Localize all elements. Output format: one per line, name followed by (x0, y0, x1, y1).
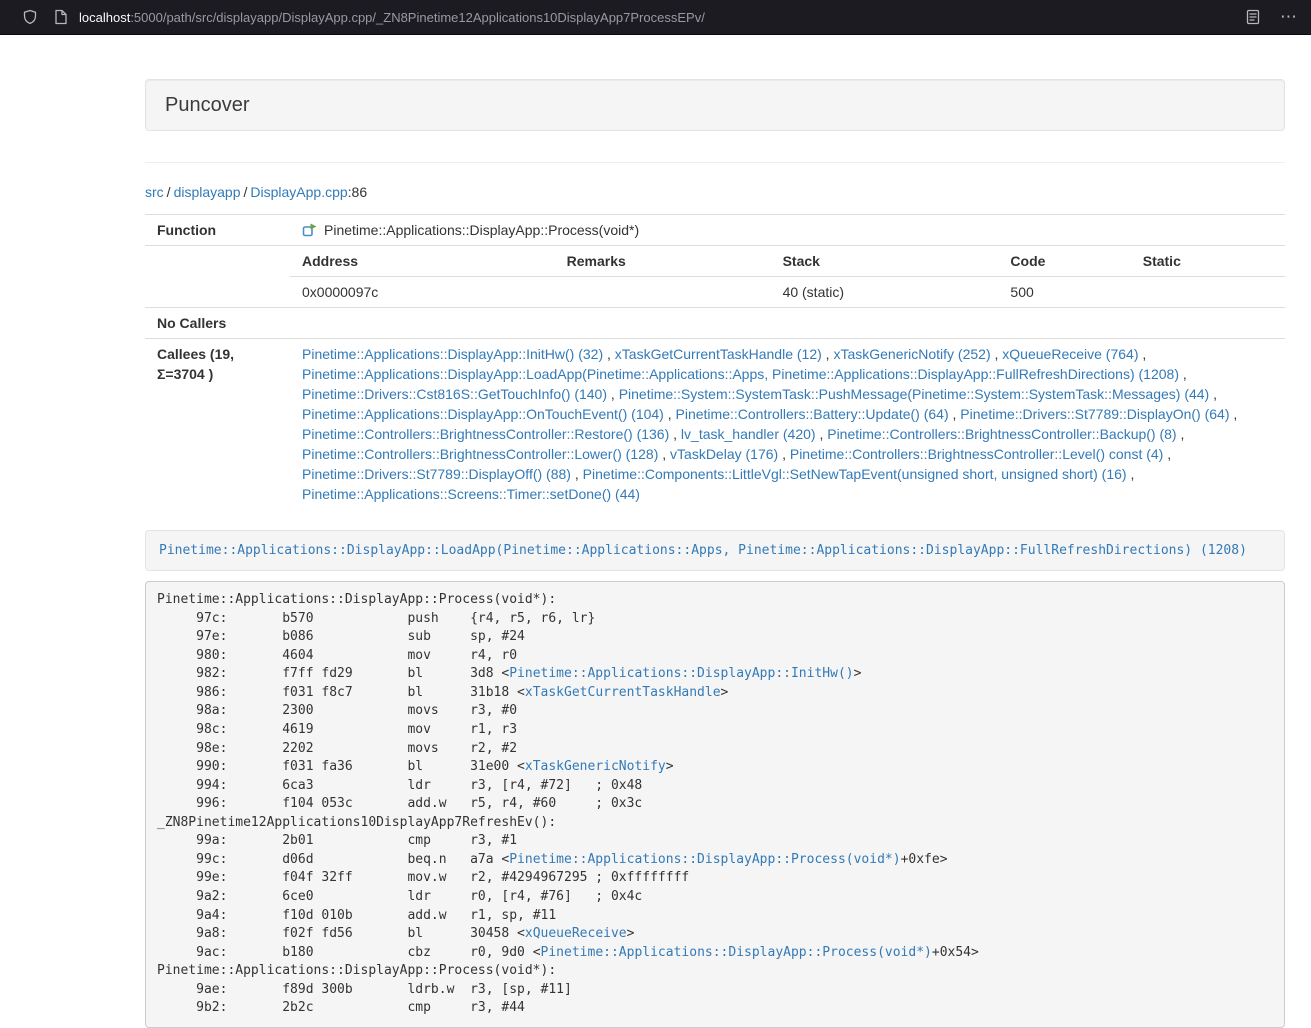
metrics-row-spacer (145, 246, 290, 308)
code-value: 500 (998, 277, 1130, 308)
function-name-cell: Pinetime::Applications::DisplayApp::Proc… (290, 215, 1285, 246)
callees-row: Callees (19, Σ=3704 ) Pinetime::Applicat… (145, 339, 1285, 510)
callee-link[interactable]: xTaskGenericNotify (252) (833, 346, 990, 362)
metrics-table: Address Remarks Stack Code Static 0x0000… (290, 246, 1285, 307)
metrics-cell: Address Remarks Stack Code Static 0x0000… (290, 246, 1285, 308)
reader-mode-icon[interactable] (1246, 9, 1260, 25)
browser-toolbar: localhost:5000/path/src/displayapp/Displ… (0, 0, 1311, 35)
overflow-menu-icon[interactable]: ⋯ (1280, 9, 1297, 26)
url-bar[interactable]: localhost:5000/path/src/displayapp/Displ… (79, 10, 1246, 25)
callee-link[interactable]: Pinetime::Controllers::BrightnessControl… (302, 426, 669, 442)
column-header-static: Static (1131, 246, 1285, 277)
callee-link[interactable]: Pinetime::Applications::Screens::Timer::… (302, 486, 640, 502)
metrics-value-row: 0x0000097c 40 (static) 500 (290, 277, 1285, 308)
callee-link[interactable]: Pinetime::Controllers::BrightnessControl… (827, 426, 1176, 442)
callee-link[interactable]: Pinetime::Applications::DisplayApp::Init… (302, 346, 603, 362)
url-path: :5000/path/src/displayapp/DisplayApp.cpp… (130, 10, 705, 25)
url-host: localhost (79, 10, 130, 25)
callee-link[interactable]: lv_task_handler (420) (681, 426, 816, 442)
metrics-header-row: Address Remarks Stack Code Static (290, 246, 1285, 277)
function-table: Function Pinetime::Applications::Display… (145, 214, 1285, 509)
no-callers-row: No Callers (145, 308, 1285, 339)
address-value: 0x0000097c (290, 277, 555, 308)
disassembly: Pinetime::Applications::DisplayApp::Proc… (145, 581, 1285, 1028)
breadcrumb-separator: / (244, 184, 248, 200)
function-icon (302, 222, 318, 238)
symbol-link[interactable]: Pinetime::Applications::DisplayApp::Load… (159, 543, 1247, 558)
callee-link[interactable]: xTaskGetCurrentTaskHandle (12) (615, 346, 822, 362)
disassembly-link[interactable]: Pinetime::Applications::DisplayApp::Proc… (509, 852, 900, 867)
function-row-label: Function (145, 215, 290, 246)
callee-link[interactable]: xQueueReceive (764) (1002, 346, 1138, 362)
callee-link[interactable]: Pinetime::Controllers::Battery::Update()… (676, 406, 949, 422)
callee-link[interactable]: Pinetime::Components::LittleVgl::SetNewT… (583, 466, 1127, 482)
disassembly-link[interactable]: Pinetime::Applications::DisplayApp::Init… (509, 666, 853, 681)
symbol-panel: Pinetime::Applications::DisplayApp::Load… (145, 530, 1285, 571)
page-info-icon[interactable] (54, 9, 68, 25)
callee-link[interactable]: Pinetime::Applications::DisplayApp::Load… (302, 366, 1179, 382)
callees-label: Callees (19, Σ=3704 ) (145, 339, 290, 510)
callee-link[interactable]: vTaskDelay (176) (670, 446, 778, 462)
breadcrumb-link-file[interactable]: DisplayApp.cpp (250, 184, 347, 200)
toolbar-actions: ⋯ (1246, 9, 1297, 26)
function-name: Pinetime::Applications::DisplayApp::Proc… (324, 222, 639, 238)
breadcrumb-separator: / (167, 184, 171, 200)
remarks-value (555, 277, 771, 308)
callee-link[interactable]: Pinetime::Applications::DisplayApp::OnTo… (302, 406, 664, 422)
page-title: Puncover (165, 93, 1265, 117)
no-callers-label: No Callers (145, 308, 290, 339)
callee-link[interactable]: Pinetime::Drivers::Cst816S::GetTouchInfo… (302, 386, 607, 402)
breadcrumb-line-number: :86 (348, 184, 367, 200)
metrics-row: Address Remarks Stack Code Static 0x0000… (145, 246, 1285, 308)
function-row: Function Pinetime::Applications::Display… (145, 215, 1285, 246)
page-header: Puncover (145, 79, 1285, 131)
disassembly-link[interactable]: xTaskGetCurrentTaskHandle (525, 685, 721, 700)
callees-list: Pinetime::Applications::DisplayApp::Init… (290, 339, 1285, 510)
stack-value: 40 (static) (771, 277, 999, 308)
column-header-code: Code (998, 246, 1130, 277)
breadcrumb-link-src[interactable]: src (145, 184, 164, 200)
column-header-stack: Stack (771, 246, 999, 277)
shield-icon[interactable] (22, 9, 38, 25)
no-callers-cell (290, 308, 1285, 339)
disassembly-link[interactable]: xTaskGenericNotify (525, 759, 666, 774)
column-header-address: Address (290, 246, 555, 277)
callee-link[interactable]: Pinetime::Drivers::St7789::DisplayOff() … (302, 466, 571, 482)
disassembly-link[interactable]: Pinetime::Applications::DisplayApp::Proc… (541, 945, 932, 960)
callee-link[interactable]: Pinetime::Controllers::BrightnessControl… (790, 446, 1163, 462)
divider (145, 162, 1285, 163)
callee-link[interactable]: Pinetime::Controllers::BrightnessControl… (302, 446, 658, 462)
disassembly-link[interactable]: xQueueReceive (525, 926, 627, 941)
breadcrumb: src/displayapp/DisplayApp.cpp:86 (145, 182, 1285, 202)
breadcrumb-link-displayapp[interactable]: displayapp (174, 184, 241, 200)
static-value (1131, 277, 1285, 308)
callee-link[interactable]: Pinetime::System::SystemTask::PushMessag… (619, 386, 1210, 402)
content: Puncover src/displayapp/DisplayApp.cpp:8… (145, 79, 1285, 1028)
column-header-remarks: Remarks (555, 246, 771, 277)
callee-link[interactable]: Pinetime::Drivers::St7789::DisplayOn() (… (960, 406, 1229, 422)
